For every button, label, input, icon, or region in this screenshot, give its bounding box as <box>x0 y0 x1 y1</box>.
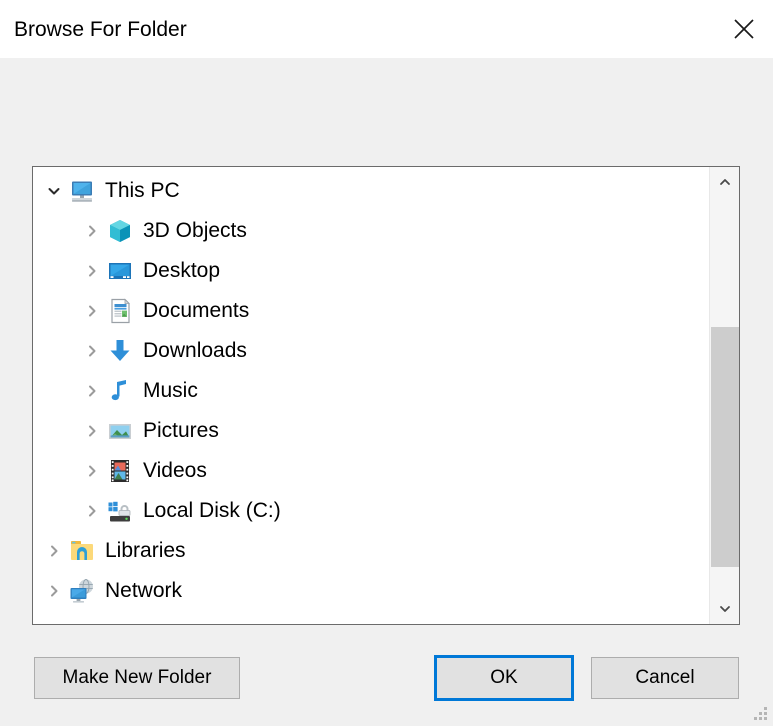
tree-item-label: Desktop <box>143 259 221 282</box>
chevron-down-icon[interactable] <box>41 171 67 211</box>
title-bar: Browse For Folder <box>0 0 773 59</box>
tree-item-label: Network <box>105 579 183 602</box>
close-icon <box>734 19 754 39</box>
close-button[interactable] <box>715 0 773 58</box>
ok-button[interactable]: OK <box>434 655 574 701</box>
network-icon <box>67 571 97 611</box>
3d-objects-icon <box>105 211 135 251</box>
tree-item-network[interactable]: Network <box>33 571 709 611</box>
chevron-right-icon[interactable] <box>79 251 105 291</box>
tree-item-label: This PC <box>105 179 180 202</box>
folder-tree-list: This PC 3D Objects Desktop Documents Dow… <box>33 171 709 611</box>
cancel-button[interactable]: Cancel <box>591 657 739 699</box>
downloads-icon <box>105 331 135 371</box>
folder-tree-panel[interactable]: This PC 3D Objects Desktop Documents Dow… <box>32 166 740 625</box>
music-icon <box>105 371 135 411</box>
dialog-body: This PC 3D Objects Desktop Documents Dow… <box>0 58 773 724</box>
tree-item-label: Documents <box>143 299 250 322</box>
tree-item-downloads[interactable]: Downloads <box>33 331 709 371</box>
tree-item-label: 3D Objects <box>143 219 247 242</box>
tree-item-label: Videos <box>143 459 207 482</box>
tree-scrollbar[interactable] <box>709 167 739 624</box>
tree-item-label: Local Disk (C:) <box>143 499 281 522</box>
chevron-right-icon[interactable] <box>79 411 105 451</box>
tree-item-label: Music <box>143 379 198 402</box>
chevron-up-icon <box>720 179 730 185</box>
tree-item-videos[interactable]: Videos <box>33 451 709 491</box>
pictures-icon <box>105 411 135 451</box>
chevron-right-icon[interactable] <box>79 331 105 371</box>
make-new-folder-button[interactable]: Make New Folder <box>34 657 240 699</box>
resize-grip[interactable] <box>754 705 770 721</box>
tree-item-label: Downloads <box>143 339 247 362</box>
tree-item-label: Pictures <box>143 419 219 442</box>
chevron-right-icon[interactable] <box>79 491 105 531</box>
this-pc-icon <box>67 171 97 211</box>
tree-item-local-disk-c[interactable]: Local Disk (C:) <box>33 491 709 531</box>
libraries-icon <box>67 531 97 571</box>
tree-item-desktop[interactable]: Desktop <box>33 251 709 291</box>
tree-item-music[interactable]: Music <box>33 371 709 411</box>
tree-item-pictures[interactable]: Pictures <box>33 411 709 451</box>
chevron-right-icon[interactable] <box>41 571 67 611</box>
documents-icon <box>105 291 135 331</box>
videos-icon <box>105 451 135 491</box>
chevron-down-icon <box>720 606 730 612</box>
chevron-right-icon[interactable] <box>79 291 105 331</box>
chevron-right-icon[interactable] <box>41 531 67 571</box>
tree-item-3d-objects[interactable]: 3D Objects <box>33 211 709 251</box>
tree-item-documents[interactable]: Documents <box>33 291 709 331</box>
tree-item-libraries[interactable]: Libraries <box>33 531 709 571</box>
scroll-down-button[interactable] <box>710 594 739 624</box>
chevron-right-icon[interactable] <box>79 371 105 411</box>
chevron-right-icon[interactable] <box>79 451 105 491</box>
desktop-icon <box>105 251 135 291</box>
tree-item-label: Libraries <box>105 539 186 562</box>
scroll-up-button[interactable] <box>710 167 739 197</box>
window-title: Browse For Folder <box>14 18 187 41</box>
local-disk-icon <box>105 491 135 531</box>
chevron-right-icon[interactable] <box>79 211 105 251</box>
resize-grip-icon <box>754 707 767 720</box>
scrollbar-thumb[interactable] <box>711 327 739 567</box>
tree-item-this-pc[interactable]: This PC <box>33 171 709 211</box>
